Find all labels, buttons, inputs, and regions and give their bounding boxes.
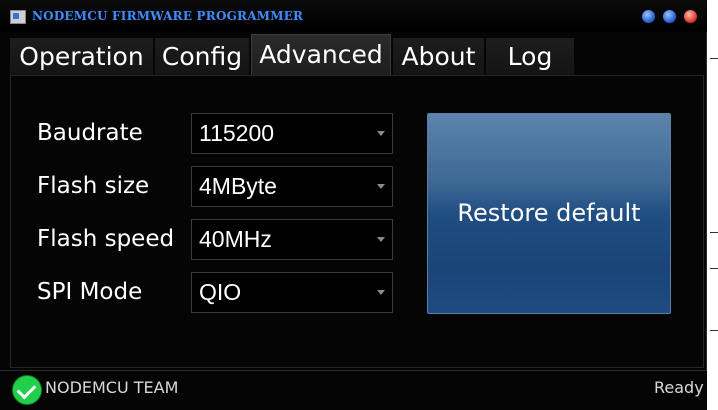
edge-mark bbox=[710, 232, 718, 233]
baudrate-value: 115200 bbox=[199, 120, 275, 146]
spi-mode-label: SPI Mode bbox=[37, 279, 143, 305]
tab-advanced[interactable]: Advanced bbox=[251, 34, 391, 76]
chevron-down-icon bbox=[377, 131, 385, 136]
tab-operation[interactable]: Operation bbox=[10, 38, 153, 76]
checkmark-icon bbox=[12, 375, 42, 405]
chevron-down-icon bbox=[377, 290, 385, 295]
advanced-panel: Baudrate 115200 Flash size 4MByte Flash … bbox=[10, 75, 704, 368]
baudrate-select[interactable]: 115200 bbox=[191, 113, 393, 154]
app-icon bbox=[10, 10, 26, 24]
flash-speed-select[interactable]: 40MHz bbox=[191, 219, 393, 260]
chevron-down-icon bbox=[377, 237, 385, 242]
status-ready-label: Ready bbox=[654, 378, 704, 397]
flash-size-value: 4MByte bbox=[199, 173, 277, 199]
close-icon[interactable] bbox=[683, 9, 698, 24]
minimize-icon[interactable] bbox=[641, 9, 656, 24]
title-bar[interactable]: NODEMCU FIRMWARE PROGRAMMER bbox=[0, 0, 707, 32]
tab-log[interactable]: Log bbox=[486, 38, 574, 76]
edge-mark bbox=[710, 58, 718, 59]
chevron-down-icon bbox=[377, 184, 385, 189]
edge-mark bbox=[710, 268, 718, 269]
baudrate-label: Baudrate bbox=[37, 120, 143, 146]
flash-size-select[interactable]: 4MByte bbox=[191, 166, 393, 207]
status-team-label: NODEMCU TEAM bbox=[45, 378, 179, 397]
edge-mark bbox=[710, 330, 718, 331]
flash-speed-value: 40MHz bbox=[199, 226, 272, 252]
spi-mode-select[interactable]: QIO bbox=[191, 272, 393, 313]
tab-config[interactable]: Config bbox=[155, 38, 249, 76]
flash-speed-label: Flash speed bbox=[37, 226, 175, 252]
maximize-icon[interactable] bbox=[662, 9, 677, 24]
restore-default-button[interactable]: Restore default bbox=[427, 113, 671, 314]
background-edge bbox=[708, 0, 718, 409]
tab-about[interactable]: About bbox=[393, 38, 484, 76]
spi-mode-value: QIO bbox=[199, 279, 242, 305]
flash-size-label: Flash size bbox=[37, 173, 150, 199]
window-title: NODEMCU FIRMWARE PROGRAMMER bbox=[32, 9, 304, 23]
app-window: NODEMCU FIRMWARE PROGRAMMER Operation Co… bbox=[0, 0, 707, 410]
